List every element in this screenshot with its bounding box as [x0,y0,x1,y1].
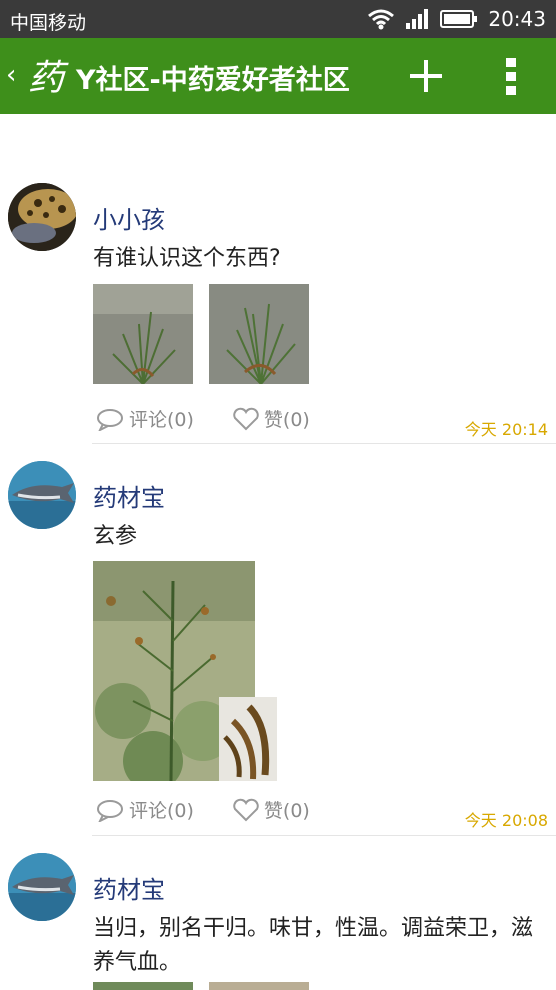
app-bar: ‹ 药 Y社区-中药爱好者社区 [0,38,556,114]
wifi-icon [368,9,395,30]
post-text: 玄参 [93,524,138,549]
avatar[interactable] [8,183,76,251]
post-time: 今天 20:08 [464,811,548,830]
app-logo-icon: 药 [28,58,69,99]
post-image[interactable] [93,982,193,990]
back-button[interactable]: ‹ [6,60,16,90]
signal-icon [406,9,429,29]
like-count: 赞(0) [263,800,310,822]
comment-icon [97,408,123,431]
comment-count: 评论(0) [129,800,194,822]
post-image[interactable] [93,284,193,384]
like-button[interactable]: 赞(0) [232,796,310,823]
battery-icon [440,10,478,28]
heart-icon [233,407,259,430]
avatar[interactable] [8,853,76,921]
post-image[interactable] [209,284,309,384]
comment-button[interactable]: 评论(0) [95,796,194,823]
like-button[interactable]: 赞(0) [232,405,310,432]
clock: 20:43 [488,7,546,31]
divider [92,835,556,836]
post-text: 当归，别名干归。味甘，性温。调益荣卫，滋养气血。 [93,916,534,975]
comment-count: 评论(0) [129,409,194,431]
logo-glyph: 药 [28,58,69,99]
post-text: 有谁认识这个东西? [93,246,281,271]
like-count: 赞(0) [263,409,310,431]
heart-icon [233,798,259,821]
comment-icon [97,799,123,822]
post-image-inset[interactable] [219,697,277,781]
page-title: Y社区-中药爱好者社区 [76,65,350,96]
post-image[interactable] [209,982,309,990]
username[interactable]: 药材宝 [93,870,165,905]
post-actions: 评论(0) 赞(0) [95,405,348,432]
avatar[interactable] [8,461,76,529]
carrier-name: 中国移动 [10,12,87,34]
post-time: 今天 20:14 [464,420,548,439]
plus-icon[interactable] [408,58,444,94]
more-vertical-icon[interactable] [504,56,518,96]
status-icons: 20:43 [368,7,546,31]
username[interactable]: 药材宝 [93,478,165,513]
username[interactable]: 小小孩 [93,200,165,235]
comment-button[interactable]: 评论(0) [95,405,194,432]
status-bar: 中国移动 20:43 [0,0,556,38]
divider [92,443,556,444]
post-actions: 评论(0) 赞(0) [95,796,348,823]
